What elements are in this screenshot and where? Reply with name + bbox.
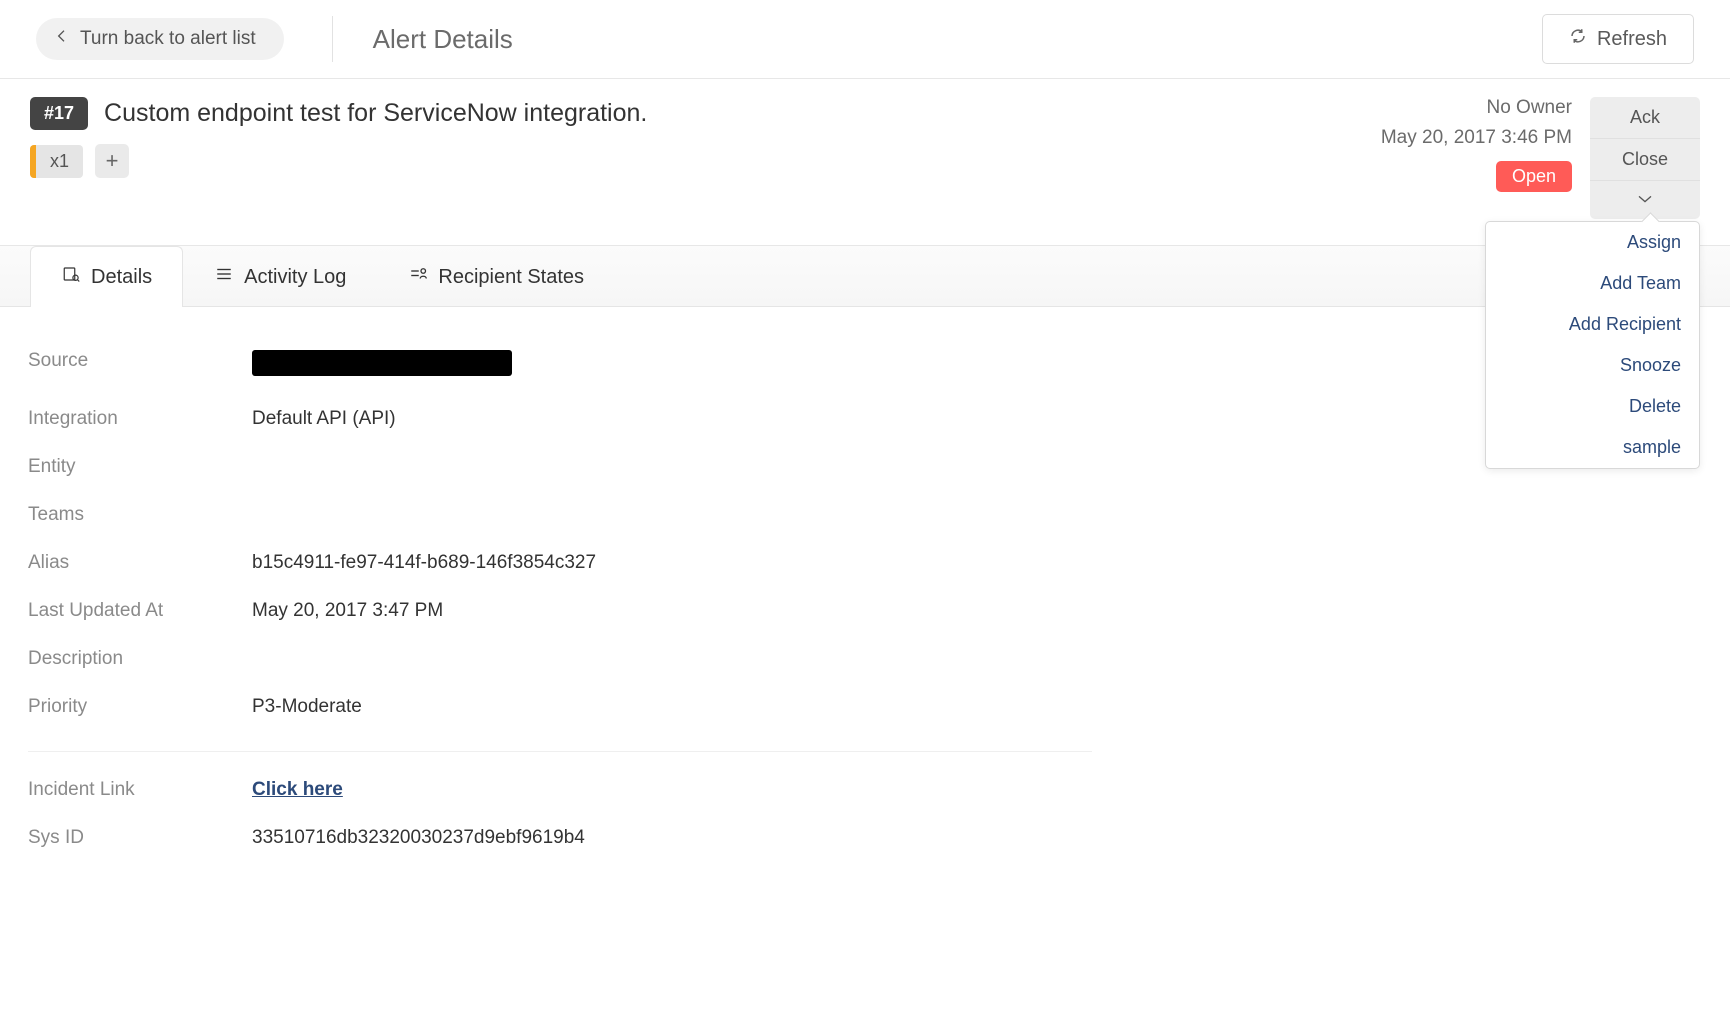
- label-teams: Teams: [28, 504, 252, 526]
- count-badge: x1: [30, 145, 83, 178]
- topbar: Turn back to alert list Alert Details Re…: [0, 0, 1730, 79]
- chevron-down-icon: [1637, 191, 1653, 209]
- actions-column: Ack Close Assign Add Team Add Recipient …: [1590, 97, 1700, 219]
- value-sys-id: 33510716db32320030237d9ebf9619b4: [252, 827, 585, 849]
- page-title: Alert Details: [373, 24, 513, 55]
- status-badge: Open: [1496, 161, 1572, 192]
- alert-header-right: No Owner May 20, 2017 3:46 PM Open Ack C…: [1381, 97, 1700, 219]
- add-tag-button[interactable]: +: [95, 144, 129, 178]
- tabs-row: Details Activity Log Recipient States: [0, 245, 1730, 307]
- incident-link[interactable]: Click here: [252, 779, 343, 800]
- row-sys-id: Sys ID 33510716db32320030237d9ebf9619b4: [28, 814, 1092, 862]
- row-alias: Alias b15c4911-fe97-414f-b689-146f3854c3…: [28, 539, 1092, 587]
- topbar-right: Refresh: [1542, 14, 1694, 64]
- label-entity: Entity: [28, 456, 252, 478]
- dropdown-sample[interactable]: sample: [1486, 427, 1699, 468]
- refresh-icon: [1569, 27, 1587, 51]
- value-source: [252, 350, 512, 382]
- row-priority: Priority P3-Moderate: [28, 683, 1092, 731]
- plus-icon: +: [106, 148, 119, 173]
- alert-header-left: #17 Custom endpoint test for ServiceNow …: [30, 97, 1381, 219]
- more-actions-dropdown-toggle[interactable]: Assign Add Team Add Recipient Snooze Del…: [1590, 181, 1700, 219]
- label-description: Description: [28, 648, 252, 670]
- back-button[interactable]: Turn back to alert list: [36, 18, 284, 60]
- label-alias: Alias: [28, 552, 252, 574]
- alert-title: Custom endpoint test for ServiceNow inte…: [104, 99, 647, 128]
- dropdown-assign[interactable]: Assign: [1486, 222, 1699, 263]
- dropdown-add-team[interactable]: Add Team: [1486, 263, 1699, 304]
- owner-text: No Owner: [1486, 97, 1572, 119]
- label-sys-id: Sys ID: [28, 827, 252, 849]
- tag-line: x1 +: [30, 144, 1381, 178]
- refresh-label: Refresh: [1597, 28, 1667, 51]
- label-incident-link: Incident Link: [28, 779, 252, 801]
- close-button[interactable]: Close: [1590, 139, 1700, 181]
- label-last-updated-at: Last Updated At: [28, 600, 252, 622]
- label-source: Source: [28, 350, 252, 382]
- alert-id-badge: #17: [30, 97, 88, 130]
- value-priority: P3-Moderate: [252, 696, 362, 718]
- count-text: x1: [36, 145, 83, 178]
- details-panel: Source Integration Default API (API) Ent…: [0, 307, 1120, 892]
- row-description: Description: [28, 635, 1092, 683]
- value-integration: Default API (API): [252, 408, 396, 430]
- redacted-block: [252, 350, 512, 376]
- dropdown-delete[interactable]: Delete: [1486, 386, 1699, 427]
- row-last-updated-at: Last Updated At May 20, 2017 3:47 PM: [28, 587, 1092, 635]
- title-line: #17 Custom endpoint test for ServiceNow …: [30, 97, 1381, 130]
- row-teams: Teams: [28, 491, 1092, 539]
- section-divider: [28, 751, 1092, 752]
- refresh-button[interactable]: Refresh: [1542, 14, 1694, 64]
- back-label: Turn back to alert list: [80, 28, 256, 50]
- ack-button[interactable]: Ack: [1590, 97, 1700, 139]
- tab-details[interactable]: Details: [30, 246, 183, 307]
- tab-details-label: Details: [91, 266, 152, 289]
- actions-dropdown: Assign Add Team Add Recipient Snooze Del…: [1485, 221, 1700, 469]
- row-incident-link: Incident Link Click here: [28, 766, 1092, 814]
- details-icon: [61, 265, 81, 289]
- value-last-updated-at: May 20, 2017 3:47 PM: [252, 600, 443, 622]
- arrow-left-icon: [54, 28, 70, 50]
- value-alias: b15c4911-fe97-414f-b689-146f3854c327: [252, 552, 596, 574]
- recipient-states-icon: [408, 265, 428, 289]
- row-integration: Integration Default API (API): [28, 395, 1092, 443]
- tab-activity-log[interactable]: Activity Log: [183, 246, 377, 307]
- dropdown-snooze[interactable]: Snooze: [1486, 345, 1699, 386]
- tab-recipient-states[interactable]: Recipient States: [377, 246, 615, 307]
- created-at-text: May 20, 2017 3:46 PM: [1381, 127, 1572, 149]
- row-entity: Entity: [28, 443, 1092, 491]
- alert-header: #17 Custom endpoint test for ServiceNow …: [0, 79, 1730, 231]
- dropdown-add-recipient[interactable]: Add Recipient: [1486, 304, 1699, 345]
- row-source: Source: [28, 337, 1092, 395]
- tab-recipient-states-label: Recipient States: [438, 266, 584, 289]
- value-incident-link: Click here: [252, 779, 343, 801]
- label-priority: Priority: [28, 696, 252, 718]
- meta-column: No Owner May 20, 2017 3:46 PM Open: [1381, 97, 1572, 219]
- activity-log-icon: [214, 265, 234, 289]
- label-integration: Integration: [28, 408, 252, 430]
- tab-activity-log-label: Activity Log: [244, 266, 346, 289]
- vertical-divider: [332, 16, 333, 62]
